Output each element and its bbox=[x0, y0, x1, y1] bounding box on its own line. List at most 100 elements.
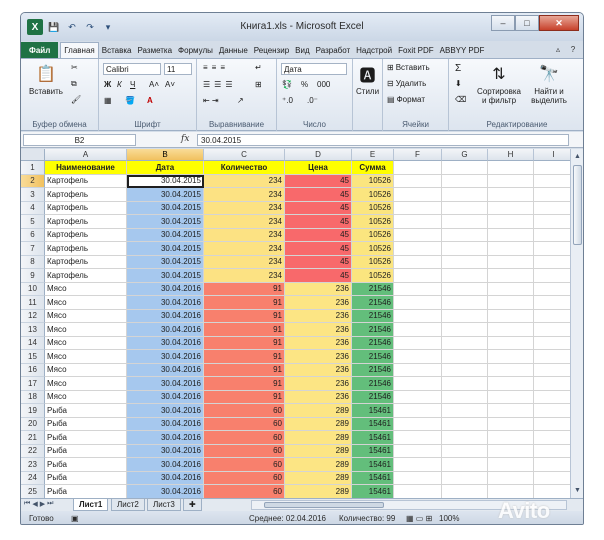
row-header[interactable]: 20 bbox=[21, 417, 45, 431]
table-cell[interactable]: Картофель bbox=[45, 174, 127, 188]
empty-cell[interactable] bbox=[534, 269, 570, 283]
table-cell[interactable]: Мясо bbox=[45, 282, 127, 296]
table-cell[interactable]: 91 bbox=[204, 363, 285, 377]
find-select-button[interactable]: 🔭 Найти и выделить bbox=[527, 63, 571, 105]
empty-cell[interactable] bbox=[394, 242, 442, 256]
empty-cell[interactable] bbox=[534, 161, 570, 175]
horizontal-scroll-thumb[interactable] bbox=[264, 502, 384, 508]
empty-cell[interactable] bbox=[534, 229, 570, 242]
table-cell[interactable]: 15461 bbox=[352, 485, 394, 498]
table-cell[interactable]: 91 bbox=[204, 336, 285, 350]
empty-cell[interactable] bbox=[394, 404, 442, 418]
row-header[interactable]: 10 bbox=[21, 282, 45, 296]
empty-cell[interactable] bbox=[534, 377, 570, 391]
table-cell[interactable]: 15461 bbox=[352, 444, 394, 458]
empty-cell[interactable] bbox=[442, 269, 488, 283]
empty-cell[interactable] bbox=[488, 471, 534, 485]
empty-cell[interactable] bbox=[442, 485, 488, 498]
tab-page-layout[interactable]: Разметка bbox=[134, 42, 175, 58]
empty-cell[interactable] bbox=[442, 174, 488, 188]
table-cell[interactable]: Рыба bbox=[45, 444, 127, 458]
empty-cell[interactable] bbox=[534, 310, 570, 323]
empty-cell[interactable] bbox=[534, 188, 570, 202]
prev-sheet-icon[interactable]: ◀ bbox=[32, 500, 37, 508]
table-cell[interactable]: Картофель bbox=[45, 242, 127, 256]
empty-cell[interactable] bbox=[534, 431, 570, 445]
table-cell[interactable]: 91 bbox=[204, 377, 285, 391]
table-cell[interactable]: 289 bbox=[285, 458, 352, 472]
next-sheet-icon[interactable]: ▶ bbox=[40, 500, 45, 508]
table-cell[interactable]: 60 bbox=[204, 444, 285, 458]
empty-cell[interactable] bbox=[442, 336, 488, 350]
format-painter-icon[interactable]: 🖌 bbox=[71, 95, 81, 104]
table-cell[interactable]: 30.04.2016 bbox=[127, 363, 204, 377]
table-cell[interactable]: Мясо bbox=[45, 390, 127, 404]
table-cell[interactable]: 10526 bbox=[352, 215, 394, 229]
row-header[interactable]: 7 bbox=[21, 242, 45, 256]
empty-cell[interactable] bbox=[442, 404, 488, 418]
table-cell[interactable]: 60 bbox=[204, 431, 285, 445]
table-cell[interactable]: 289 bbox=[285, 471, 352, 485]
insert-cells-button[interactable]: ⊞ Вставить bbox=[387, 63, 430, 72]
table-cell[interactable]: 21546 bbox=[352, 282, 394, 296]
row-header[interactable]: 25 bbox=[21, 485, 45, 498]
table-cell[interactable]: 21546 bbox=[352, 296, 394, 310]
table-cell[interactable]: 10526 bbox=[352, 174, 394, 188]
table-cell[interactable]: 91 bbox=[204, 323, 285, 337]
table-cell[interactable]: 234 bbox=[204, 269, 285, 283]
table-cell[interactable]: 30.04.2016 bbox=[127, 485, 204, 498]
row-header[interactable]: 1 bbox=[21, 161, 45, 175]
table-cell[interactable]: Картофель bbox=[45, 188, 127, 202]
name-box[interactable]: B2 bbox=[23, 134, 136, 146]
table-cell[interactable]: 60 bbox=[204, 417, 285, 431]
empty-cell[interactable] bbox=[488, 188, 534, 202]
tab-addins[interactable]: Надстрой bbox=[353, 42, 395, 58]
row-header[interactable]: 5 bbox=[21, 215, 45, 229]
grow-font-button[interactable]: A˄ bbox=[149, 80, 159, 89]
table-cell[interactable]: 236 bbox=[285, 282, 352, 296]
empty-cell[interactable] bbox=[394, 188, 442, 202]
row-header[interactable]: 16 bbox=[21, 363, 45, 377]
table-cell[interactable]: 236 bbox=[285, 363, 352, 377]
row-header[interactable]: 9 bbox=[21, 269, 45, 283]
table-cell[interactable]: 289 bbox=[285, 417, 352, 431]
indent-icons[interactable]: ⇤ ⇥ bbox=[203, 96, 219, 105]
vertical-scroll-thumb[interactable] bbox=[573, 165, 582, 245]
row-header[interactable]: 23 bbox=[21, 458, 45, 472]
view-buttons[interactable]: ▦ ▭ ⊞ bbox=[406, 514, 432, 523]
zoom-level[interactable]: 100% bbox=[439, 514, 459, 523]
table-cell[interactable]: 60 bbox=[204, 471, 285, 485]
row-header[interactable]: 18 bbox=[21, 390, 45, 404]
table-cell[interactable]: 234 bbox=[204, 255, 285, 269]
table-cell[interactable]: 30.04.2016 bbox=[127, 336, 204, 350]
row-header[interactable]: 13 bbox=[21, 323, 45, 337]
table-cell[interactable]: 45 bbox=[285, 188, 352, 202]
empty-cell[interactable] bbox=[488, 228, 534, 242]
table-cell[interactable]: 21546 bbox=[352, 350, 394, 364]
table-cell[interactable]: 30.04.2015 bbox=[127, 242, 204, 256]
tab-insert[interactable]: Вставка bbox=[99, 42, 135, 58]
header-cell[interactable]: Сумма bbox=[352, 161, 394, 175]
table-cell[interactable]: 21546 bbox=[352, 377, 394, 391]
empty-cell[interactable] bbox=[394, 201, 442, 215]
empty-cell[interactable] bbox=[488, 417, 534, 431]
table-cell[interactable]: Мясо bbox=[45, 296, 127, 310]
empty-cell[interactable] bbox=[534, 364, 570, 377]
empty-cell[interactable] bbox=[534, 350, 570, 364]
table-cell[interactable]: 234 bbox=[204, 242, 285, 256]
table-cell[interactable]: 30.04.2016 bbox=[127, 444, 204, 458]
table-cell[interactable]: 234 bbox=[204, 228, 285, 242]
table-cell[interactable]: 45 bbox=[285, 201, 352, 215]
tab-developer[interactable]: Разработ bbox=[313, 42, 354, 58]
column-header-G[interactable]: G bbox=[442, 149, 488, 161]
table-cell[interactable]: 234 bbox=[204, 215, 285, 229]
close-button[interactable]: ✕ bbox=[539, 15, 579, 31]
tab-foxit-pdf[interactable]: Foxit PDF bbox=[395, 42, 437, 58]
empty-cell[interactable] bbox=[534, 242, 570, 256]
empty-cell[interactable] bbox=[534, 445, 570, 458]
maximize-button[interactable]: □ bbox=[515, 15, 539, 31]
table-cell[interactable]: 21546 bbox=[352, 323, 394, 337]
table-cell[interactable]: 21546 bbox=[352, 336, 394, 350]
empty-cell[interactable] bbox=[488, 485, 534, 498]
empty-cell[interactable] bbox=[442, 350, 488, 364]
